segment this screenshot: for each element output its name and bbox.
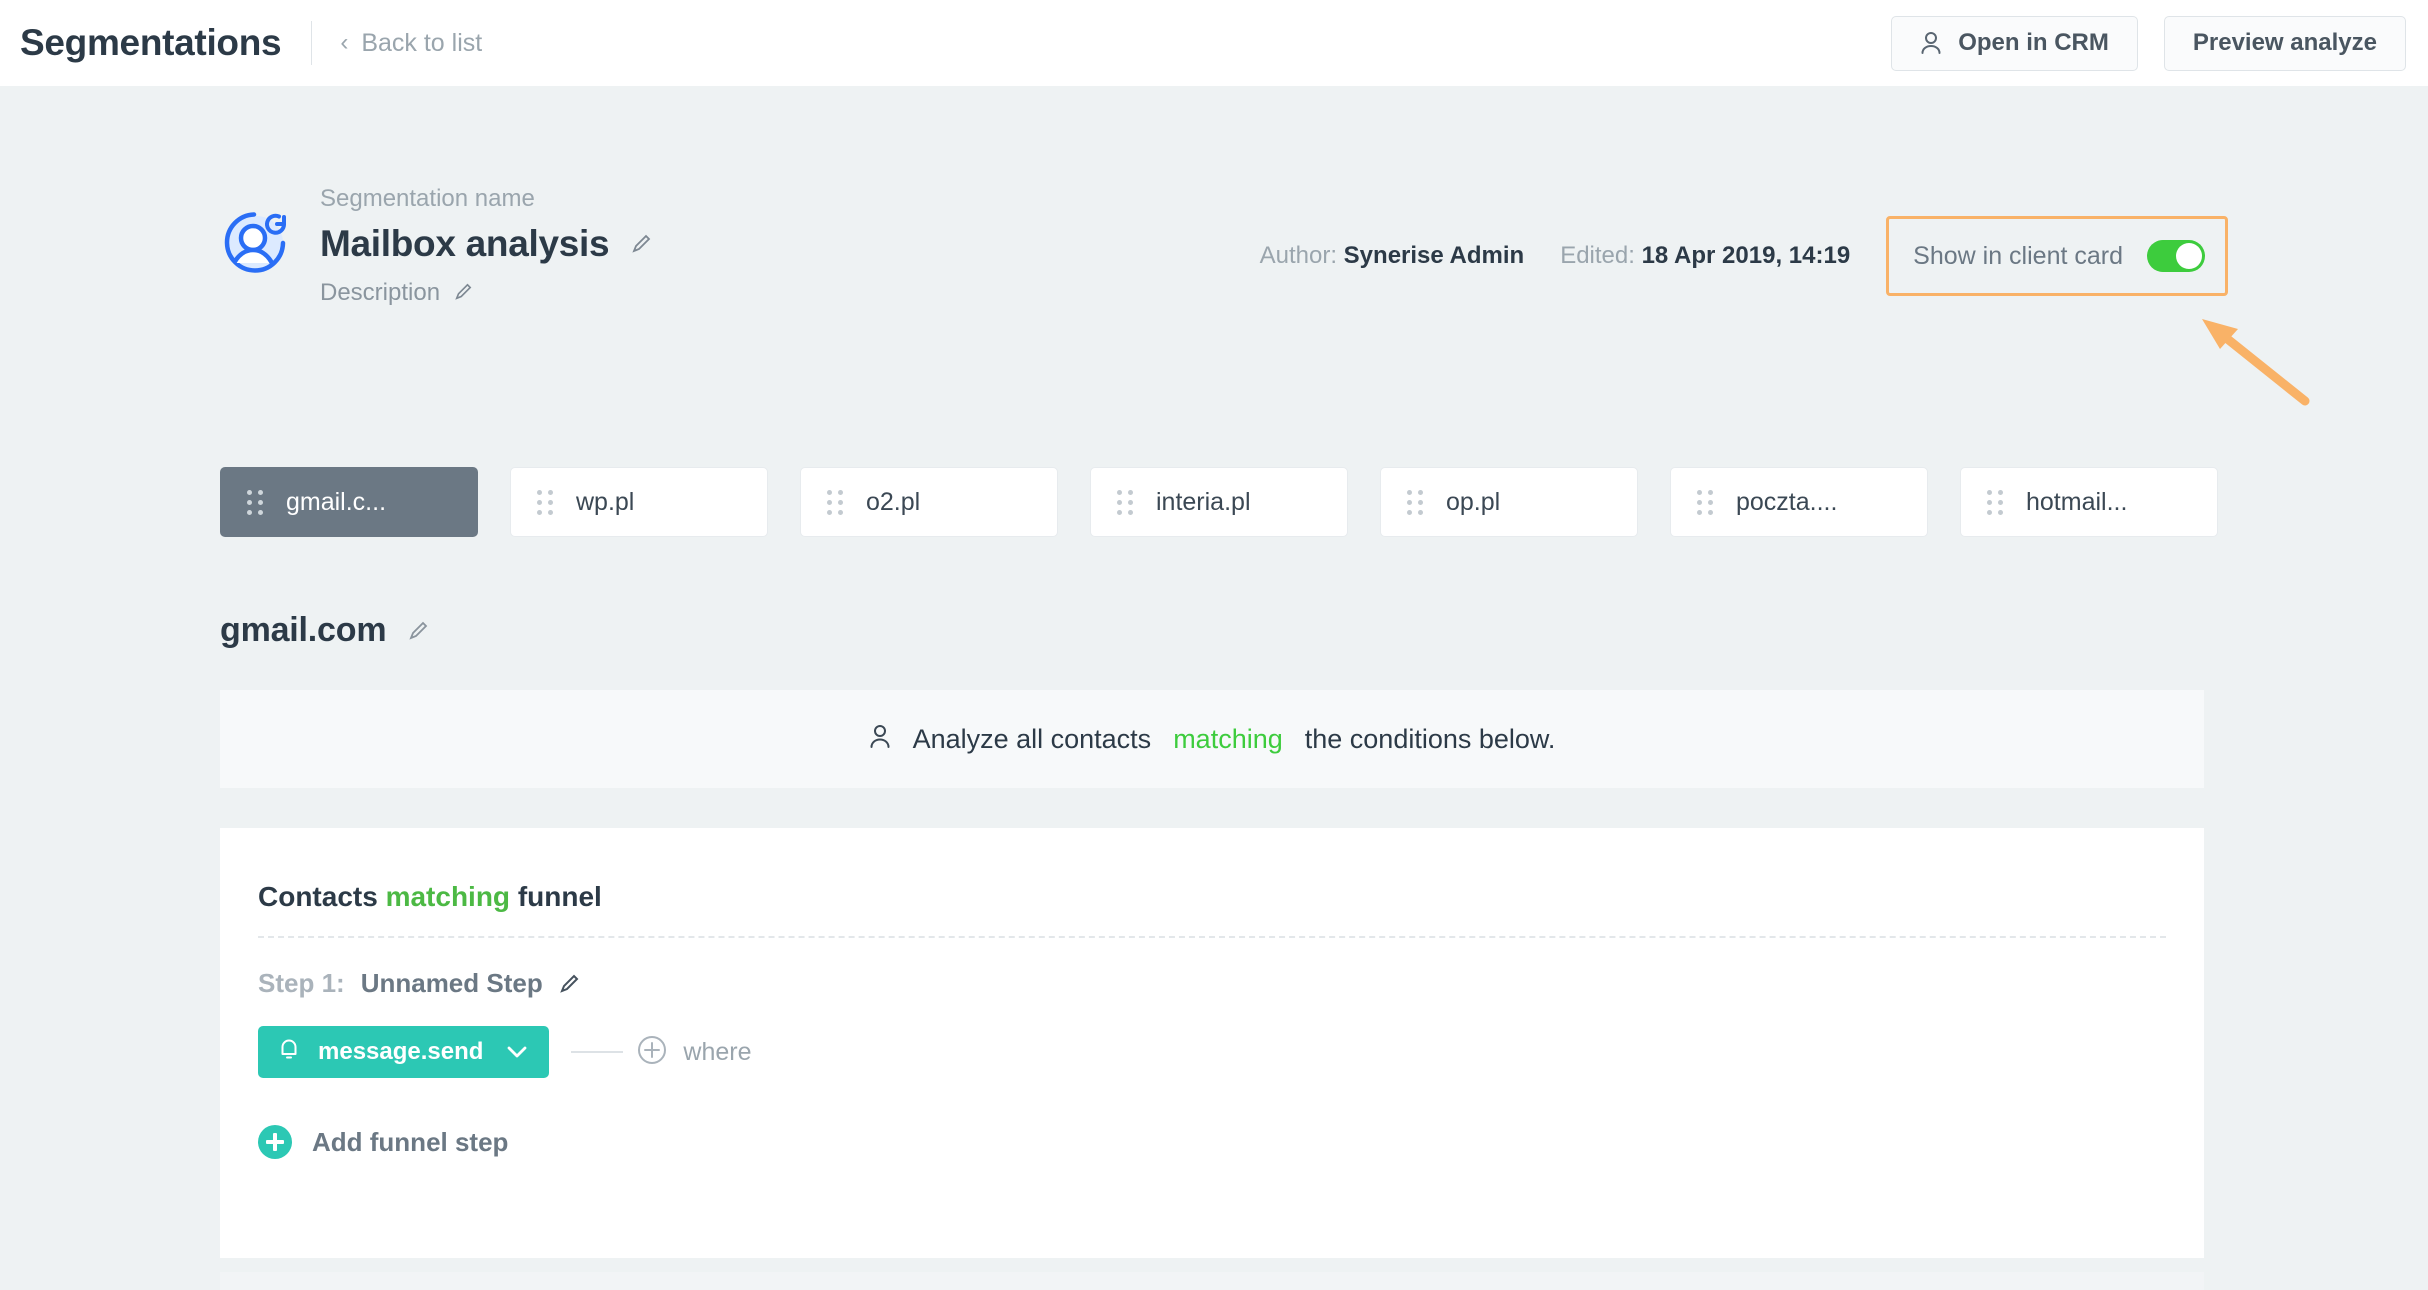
person-icon	[869, 724, 891, 755]
tab-o2-pl[interactable]: o2.pl	[800, 467, 1058, 537]
annotation-arrow-icon	[2140, 301, 2340, 431]
analyze-banner: Analyze all contacts matching the condit…	[220, 690, 2204, 788]
drag-handle-icon[interactable]	[1407, 490, 1424, 515]
add-funnel-step-label: Add funnel step	[312, 1127, 508, 1158]
step-label: Step 1:	[258, 968, 345, 999]
tab-label: op.pl	[1446, 488, 1500, 517]
author-meta: Author: Synerise Admin	[1260, 242, 1525, 270]
segmentation-meta-right: Author: Synerise Admin Edited: 18 Apr 20…	[1260, 216, 2428, 296]
segmentation-description-label: Description	[320, 279, 440, 307]
funnel-card: Contacts matching funnel Step 1: Unnamed…	[220, 828, 2204, 1258]
pencil-icon[interactable]	[454, 283, 474, 303]
tab-label: gmail.c...	[286, 488, 386, 517]
top-bar: Segmentations ‹ Back to list Open in CRM…	[0, 0, 2428, 86]
show-in-client-card-label: Show in client card	[1913, 242, 2123, 271]
author-value: Synerise Admin	[1344, 242, 1525, 269]
show-in-client-card-toggle[interactable]	[2147, 240, 2205, 272]
bell-icon	[278, 1037, 300, 1068]
chevron-down-icon[interactable]	[507, 1038, 527, 1066]
funnel-event-row: message.send where	[258, 1026, 752, 1078]
drag-handle-icon[interactable]	[1697, 490, 1714, 515]
funnel-card-title: Contacts matching funnel	[258, 881, 602, 913]
analyze-banner-prefix: Analyze all contacts	[913, 724, 1152, 755]
back-to-list-label: Back to list	[361, 29, 482, 58]
drag-handle-icon[interactable]	[827, 490, 844, 515]
analyze-banner-suffix: the conditions below.	[1305, 724, 1556, 755]
tab-poczta[interactable]: poczta....	[1670, 467, 1928, 537]
preview-analyze-label: Preview analyze	[2193, 29, 2377, 57]
event-connector-line	[571, 1051, 623, 1053]
card-divider	[258, 936, 2166, 938]
show-in-client-card-highlight: Show in client card	[1886, 216, 2228, 296]
analyze-banner-highlight: matching	[1173, 724, 1283, 755]
open-in-crm-button[interactable]: Open in CRM	[1891, 16, 2138, 71]
pencil-icon[interactable]	[559, 974, 579, 994]
segmentation-header: Segmentation name Mailbox analysis Descr…	[220, 185, 651, 307]
tab-wp-pl[interactable]: wp.pl	[510, 467, 768, 537]
toggle-knob	[2176, 243, 2202, 269]
drag-handle-icon[interactable]	[247, 490, 264, 515]
funnel-title-prefix: Contacts	[258, 881, 378, 912]
segmentation-name: Mailbox analysis	[320, 223, 609, 265]
drag-handle-icon[interactable]	[1987, 490, 2004, 515]
tab-label: o2.pl	[866, 488, 920, 517]
tab-hotmail[interactable]: hotmail...	[1960, 467, 2218, 537]
tab-op-pl[interactable]: op.pl	[1380, 467, 1638, 537]
tab-label: hotmail...	[2026, 488, 2127, 517]
preview-analyze-button[interactable]: Preview analyze	[2164, 16, 2406, 71]
domain-title-row: gmail.com	[220, 611, 428, 650]
next-section-strip	[220, 1272, 2204, 1290]
header-divider	[311, 21, 312, 65]
add-funnel-step-button[interactable]: Add funnel step	[258, 1125, 508, 1159]
tab-interia-pl[interactable]: interia.pl	[1090, 467, 1348, 537]
where-label: where	[683, 1038, 751, 1067]
funnel-title-highlight: matching	[386, 881, 510, 912]
top-bar-actions: Open in CRM Preview analyze	[1891, 16, 2406, 71]
segmentation-meta-row: Segmentation name Mailbox analysis Descr…	[0, 86, 2428, 316]
segmentation-name-label: Segmentation name	[320, 185, 651, 213]
tab-gmail-com[interactable]: gmail.c...	[220, 467, 478, 537]
pencil-icon[interactable]	[631, 234, 651, 254]
funnel-title-suffix: funnel	[518, 881, 602, 912]
page-body: Segmentation name Mailbox analysis Descr…	[0, 86, 2428, 1204]
event-label: message.send	[318, 1038, 483, 1066]
chevron-left-icon: ‹	[340, 31, 348, 55]
domain-tab-list: gmail.c... wp.pl o2.pl interia.pl op.pl …	[220, 467, 2218, 537]
add-where-condition-button[interactable]: where	[637, 1035, 751, 1070]
edited-meta: Edited: 18 Apr 2019, 14:19	[1560, 242, 1850, 270]
funnel-step-header: Step 1: Unnamed Step	[258, 968, 579, 999]
plus-circle-filled-icon	[258, 1125, 292, 1159]
event-selector-message-send[interactable]: message.send	[258, 1026, 549, 1078]
drag-handle-icon[interactable]	[1117, 490, 1134, 515]
author-label: Author:	[1260, 242, 1337, 269]
user-circle-refresh-icon	[220, 205, 292, 277]
edited-label: Edited:	[1560, 242, 1635, 269]
drag-handle-icon[interactable]	[537, 490, 554, 515]
person-icon	[1920, 31, 1942, 55]
pencil-icon[interactable]	[408, 621, 428, 641]
edited-value: 18 Apr 2019, 14:19	[1642, 242, 1851, 269]
tab-label: poczta....	[1736, 488, 1837, 517]
tab-label: interia.pl	[1156, 488, 1251, 517]
segmentation-name-row: Mailbox analysis	[320, 223, 651, 265]
segmentation-description-row[interactable]: Description	[320, 279, 651, 307]
open-in-crm-label: Open in CRM	[1958, 29, 2109, 57]
step-name: Unnamed Step	[361, 968, 543, 999]
page-title: Segmentations	[20, 22, 281, 64]
back-to-list-link[interactable]: ‹ Back to list	[340, 29, 482, 58]
plus-circle-icon	[637, 1035, 667, 1070]
tab-label: wp.pl	[576, 488, 634, 517]
domain-title: gmail.com	[220, 611, 386, 650]
segmentation-texts: Segmentation name Mailbox analysis Descr…	[320, 185, 651, 307]
